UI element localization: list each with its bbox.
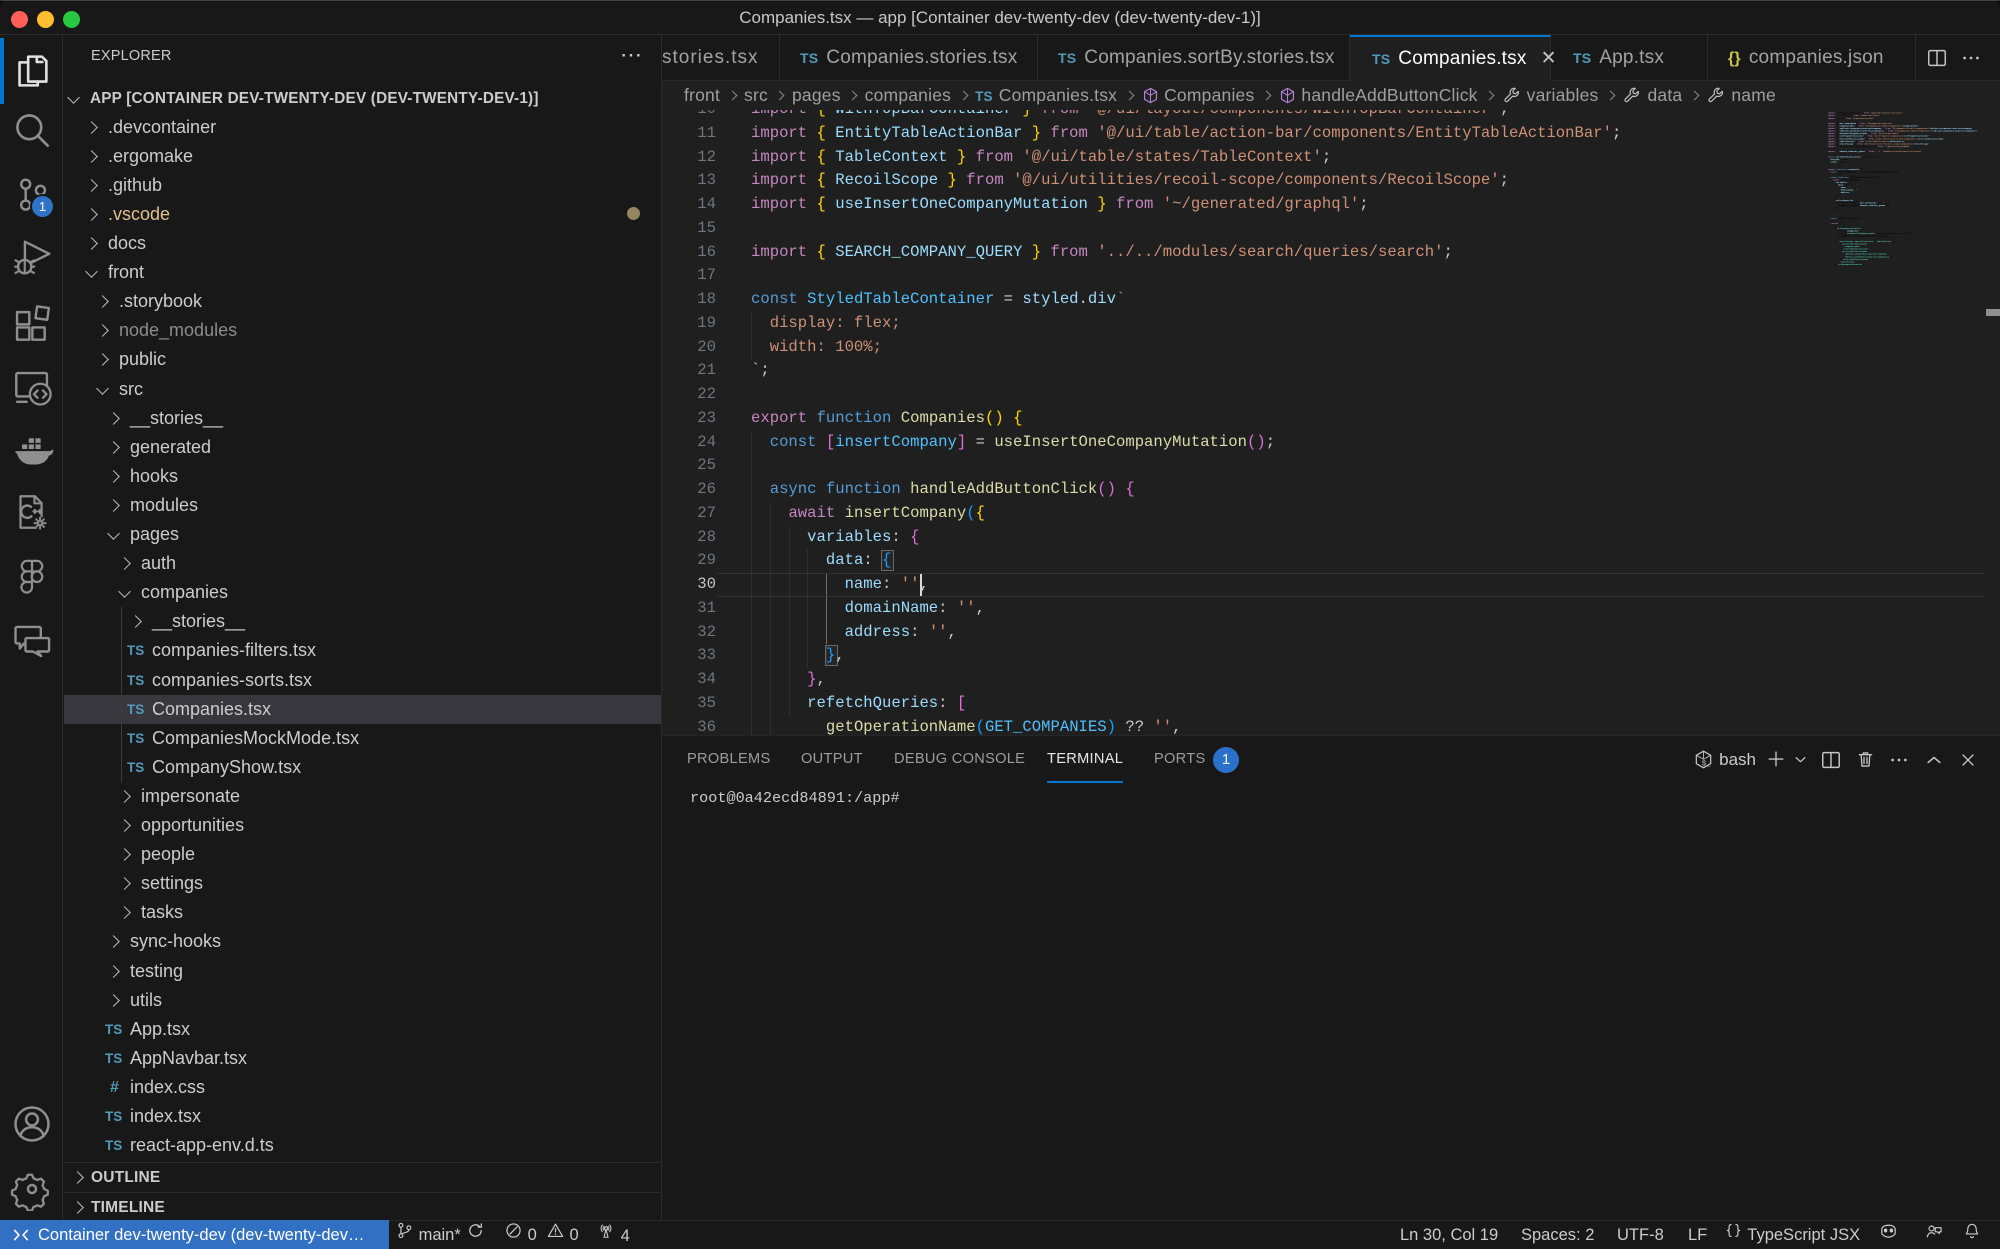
svg-text:$_: $_	[1702, 761, 1711, 769]
